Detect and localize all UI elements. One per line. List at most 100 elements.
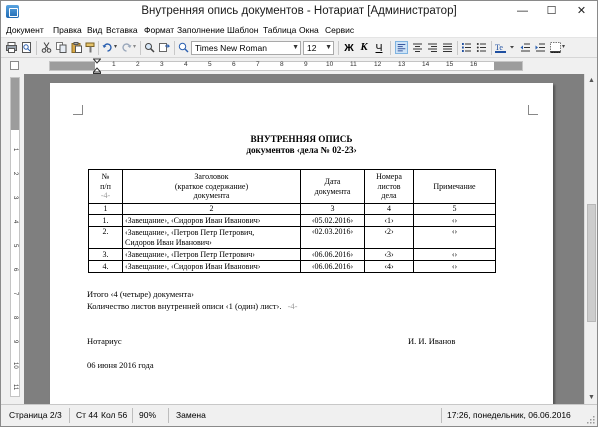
- ruler-number: 16: [470, 61, 478, 68]
- italic-button[interactable]: К: [357, 41, 371, 55]
- table-cell: ‹06.06.2016›: [300, 248, 365, 261]
- replace-icon[interactable]: [159, 42, 170, 53]
- print-icon[interactable]: [6, 42, 17, 53]
- ruler-number: 3: [12, 196, 18, 200]
- field-marker: -4-: [287, 301, 298, 311]
- format-painter-icon[interactable]: [85, 42, 96, 53]
- undo-icon[interactable]: [102, 42, 113, 53]
- increase-indent-icon[interactable]: [535, 42, 546, 53]
- redo-dropdown-icon[interactable]: ▾: [133, 43, 136, 50]
- tab-stop-selector[interactable]: [10, 61, 19, 70]
- borders-dropdown-icon[interactable]: ▾: [562, 43, 565, 50]
- decrease-indent-icon[interactable]: [520, 42, 531, 53]
- sheets-count-line: Количество листов внутренней описи ‹1 (о…: [87, 301, 298, 311]
- table-row[interactable]: 1. ‹Завещание›, ‹Сидоров Иван Иванович› …: [88, 214, 496, 227]
- align-justify-icon[interactable]: [442, 42, 453, 53]
- minimize-button[interactable]: —: [508, 1, 537, 21]
- ruler-number: 5: [12, 244, 18, 248]
- font-size-select[interactable]: 12 ▼: [303, 41, 334, 55]
- numbered-list-icon[interactable]: [461, 42, 472, 53]
- menu-document[interactable]: Документ: [6, 25, 44, 35]
- chevron-down-icon: ▼: [325, 44, 332, 51]
- scroll-down-icon[interactable]: ▼: [585, 391, 598, 404]
- table-cell: ‹Завещание›, ‹Сидоров Иван Иванович›: [122, 214, 301, 227]
- redo-icon[interactable]: [121, 42, 132, 53]
- menu-bar: Документ Правка Вид Вставка Формат Запол…: [1, 22, 597, 38]
- menu-insert[interactable]: Вставка: [106, 25, 138, 35]
- table-cell: ‹3›: [364, 248, 414, 261]
- table-row[interactable]: 4. ‹Завещание›, ‹Сидоров Иван Иванович› …: [88, 260, 496, 273]
- table-header-cell: Примечание: [413, 169, 496, 204]
- find-icon[interactable]: [144, 42, 155, 53]
- zoom-icon[interactable]: [178, 42, 189, 53]
- document-area[interactable]: ВНУТРЕННЯЯ ОПИСЬ документов ‹дела № 02-2…: [24, 74, 584, 404]
- font-color-icon[interactable]: Te: [495, 42, 517, 53]
- horizontal-ruler[interactable]: 1 2 3 4 5 6 7 8 9 10 11 12 13 14 15 16: [1, 58, 597, 74]
- table-cell: ‹Завещание›, ‹Петров Петр Петрович, Сидор…: [122, 226, 301, 249]
- menu-windows[interactable]: Окна: [299, 25, 319, 35]
- document-page[interactable]: ВНУТРЕННЯЯ ОПИСЬ документов ‹дела № 02-2…: [50, 83, 553, 404]
- table-header-cell: № п/п -4-: [88, 169, 123, 204]
- close-button[interactable]: ✕: [566, 1, 597, 21]
- inventory-table: № п/п -4- Заголовок (краткое содержание) док…: [88, 169, 496, 273]
- ruler-number: 14: [422, 61, 430, 68]
- crop-mark-icon: [73, 105, 83, 115]
- status-mode[interactable]: Замена: [176, 410, 206, 420]
- ruler-number: 7: [256, 61, 260, 68]
- table-cell: ‹Завещание›, ‹Сидоров Иван Иванович›: [122, 260, 301, 273]
- ruler-left-margin: [50, 62, 95, 70]
- menu-edit[interactable]: Правка: [53, 25, 82, 35]
- resize-grip-icon[interactable]: [585, 414, 595, 424]
- underline-button[interactable]: Ч: [372, 41, 386, 55]
- table-cell: 1.: [88, 214, 123, 227]
- font-name-select[interactable]: Times New Roman ▼: [191, 41, 301, 55]
- status-datetime: 17:26, понедельник, 06.06.2016: [447, 410, 571, 420]
- svg-text:Te: Te: [495, 43, 503, 52]
- vertical-scrollbar[interactable]: ▲ ▼: [584, 74, 597, 404]
- table-row[interactable]: 3. ‹Завещание›, ‹Петров Петр Петрович› ‹…: [88, 248, 496, 261]
- ruler-number: 6: [12, 268, 18, 272]
- notary-name: И. И. Иванов: [408, 336, 456, 346]
- menu-fill[interactable]: Заполнение: [177, 25, 225, 35]
- scroll-up-icon[interactable]: ▲: [585, 74, 598, 87]
- menu-view[interactable]: Вид: [87, 25, 102, 35]
- ruler-number: 2: [136, 61, 140, 68]
- menu-format[interactable]: Формат: [144, 25, 174, 35]
- ruler-number: 12: [374, 61, 382, 68]
- table-header-cell: Дата документа: [300, 169, 365, 204]
- maximize-button[interactable]: ☐: [537, 1, 566, 21]
- cut-icon[interactable]: [41, 42, 52, 53]
- toolbar: ▾ ▾ Times New Roman ▼ 12 ▼ Ж К Ч Te ▾: [1, 38, 597, 58]
- copy-icon[interactable]: [56, 42, 67, 53]
- table-cell: 3.: [88, 248, 123, 261]
- menu-template[interactable]: Шаблон: [227, 25, 258, 35]
- print-preview-icon[interactable]: [21, 42, 32, 53]
- align-center-icon[interactable]: [412, 42, 423, 53]
- bullet-list-icon[interactable]: [476, 42, 487, 53]
- undo-dropdown-icon[interactable]: ▾: [114, 43, 117, 50]
- vertical-ruler[interactable]: 1 2 3 4 5 6 7 8 9 10 11: [10, 77, 20, 397]
- table-cell: ‹06.06.2016›: [300, 260, 365, 273]
- table-row[interactable]: 2. ‹Завещание›, ‹Петров Петр Петрович, Си…: [88, 226, 496, 249]
- align-left-icon[interactable]: [395, 41, 408, 54]
- ruler-right-margin: [494, 62, 522, 70]
- indent-marker-icon[interactable]: [93, 58, 101, 74]
- ruler-number: 15: [446, 61, 454, 68]
- scrollbar-thumb[interactable]: [587, 204, 596, 322]
- total-line: Итого ‹4 (четыре) документа›: [87, 289, 194, 299]
- ruler-number: 4: [184, 61, 188, 68]
- ruler-number: 3: [160, 61, 164, 68]
- table-cell: 2: [122, 203, 301, 215]
- borders-icon[interactable]: [550, 42, 561, 53]
- status-zoom[interactable]: 90%: [139, 410, 156, 420]
- menu-service[interactable]: Сервис: [325, 25, 354, 35]
- bold-button[interactable]: Ж: [342, 41, 356, 55]
- document-title: ВНУТРЕННЯЯ ОПИСЬ: [250, 134, 353, 144]
- align-right-icon[interactable]: [427, 42, 438, 53]
- ruler-number: 11: [12, 384, 18, 391]
- paste-icon[interactable]: [71, 42, 82, 53]
- ruler-number: 4: [12, 220, 18, 224]
- table-header-cell: Заголовок (краткое содержание) документа: [122, 169, 301, 204]
- menu-table[interactable]: Таблица: [263, 25, 296, 35]
- table-cell: 5: [413, 203, 496, 215]
